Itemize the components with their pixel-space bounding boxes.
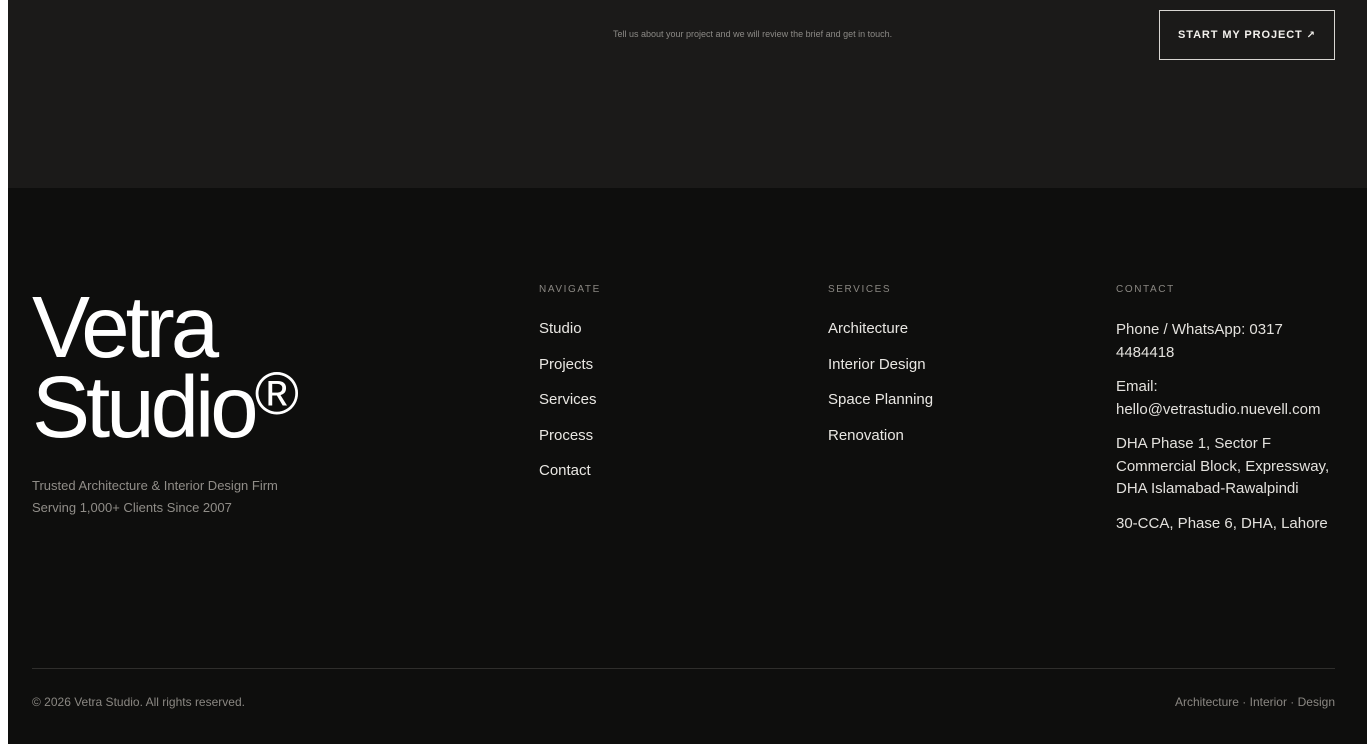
navigate-column: NAVIGATE Studio Projects Services Proces… [539,284,799,497]
email-label: Email: [1116,378,1158,395]
nav-link-projects[interactable]: Projects [539,355,799,375]
footer-divider [32,668,1335,669]
contact-address-lahore: 30-CCA, Phase 6, DHA, Lahore [1116,513,1341,536]
address-1-line-2: Commercial Block, Expressway, [1116,457,1330,475]
start-my-project-button[interactable]: START MY PROJECT ↗ [1159,10,1335,60]
copyright-text: © 2026 Vetra Studio. All rights reserved… [32,695,245,709]
cta-description: Tell us about your project and we will r… [613,29,893,39]
contact-phone[interactable]: Phone / WhatsApp: 0317 4484418 [1116,319,1341,364]
phone-line-1: Phone / WhatsApp: 0317 [1116,321,1283,338]
contact-column: CONTACT Phone / WhatsApp: 0317 4484418 E… [1116,284,1341,547]
logo-word-studio: Studio [32,359,259,456]
email-value: hello@vetrastudio.nuevell.com [1116,400,1321,418]
contact-email[interactable]: Email: hello@vetrastudio.nuevell.com [1116,376,1341,421]
tagline-line-2: Serving 1,000+ Clients Since 2007 [32,500,232,515]
arrow-up-right-icon: ↗ [1306,29,1316,41]
vetra-studio-logo[interactable]: Vetra Studio® [32,279,299,451]
nav-link-services[interactable]: Services [539,390,799,410]
nav-link-process[interactable]: Process [539,426,799,446]
service-link-architecture[interactable]: Architecture [828,319,1088,339]
site-footer: Vetra Studio® Trusted Architecture & Int… [8,188,1367,744]
service-link-renovation[interactable]: Renovation [828,426,1088,446]
service-link-space-planning[interactable]: Space Planning [828,390,1088,410]
cta-section: Tell us about your project and we will r… [8,0,1367,188]
logo-word-studio-row: Studio® [32,360,299,451]
navigate-heading: NAVIGATE [539,284,601,295]
brand-tagline: Trusted Architecture & Interior Design F… [32,475,278,519]
services-list: Architecture Interior Design Space Plann… [828,319,1088,446]
phone-line-2: 4484418 [1116,343,1175,361]
navigate-list: Studio Projects Services Process Contact [539,319,799,481]
address-1-line-3: DHA Islamabad-Rawalpindi [1116,480,1299,497]
service-link-interior-design[interactable]: Interior Design [828,355,1088,375]
logo-word-vetra: Vetra [32,279,219,376]
contact-heading: CONTACT [1116,284,1175,295]
nav-link-studio[interactable]: Studio [539,319,799,339]
registered-mark: ® [254,360,299,427]
nav-link-contact[interactable]: Contact [539,461,799,481]
start-my-project-label: START MY PROJECT [1178,29,1303,41]
page: Tell us about your project and we will r… [8,0,1367,744]
address-2: 30-CCA, Phase 6, DHA, Lahore [1116,514,1328,532]
tagline-line-1: Trusted Architecture & Interior Design F… [32,478,278,493]
address-1-line-1: DHA Phase 1, Sector F [1116,435,1272,452]
contact-address-islamabad: DHA Phase 1, Sector F Commercial Block, … [1116,433,1341,501]
services-heading: SERVICES [828,284,892,295]
disciplines-text: Architecture · Interior · Design [1174,695,1335,709]
services-column: SERVICES Architecture Interior Design Sp… [828,284,1088,461]
